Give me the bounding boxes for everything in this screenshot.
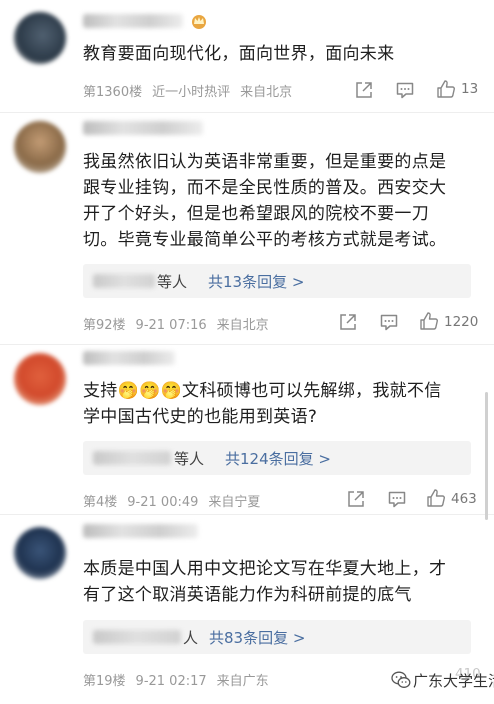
avatar[interactable] [14, 353, 66, 405]
comment-text-line: 学中国古代史的也能用到英语? [83, 407, 318, 427]
crown-icon [190, 13, 208, 29]
reply-count-link[interactable]: 共83条回复 > [209, 627, 305, 648]
comment-meta: 第92楼 9-21 07:16 来自北京 [83, 314, 279, 333]
comment-text: 我虽然依旧认为英语非常重要，但是重要的点是 跟专业挂钩，而不是全民性质的普及。西… [83, 149, 483, 253]
comment-text: 本质是中国人用中文把论文写在华夏大地上，才 有了这个取消英语能力作为科研前提的底… [83, 556, 483, 608]
comment-item: 我虽然依旧认为英语非常重要，但是重要的点是 跟专业挂钩，而不是全民性质的普及。西… [0, 113, 494, 345]
share-icon[interactable] [354, 80, 374, 100]
comment-text-line: 切。毕竟专业最简单公平的考核方式就是考试。 [83, 230, 447, 250]
comment-text: 教育要面向现代化，面向世界，面向未来 [83, 41, 483, 67]
comment-location: 来自宁夏 [208, 495, 261, 510]
comment-location: 来自北京 [240, 85, 293, 100]
comment-meta: 第19楼 9-21 02:17 来自广东 [83, 670, 279, 689]
reply-users-blurred [93, 630, 181, 644]
wechat-logo-icon [391, 670, 411, 690]
share-icon[interactable] [338, 312, 358, 332]
reply-users-blurred [93, 274, 155, 288]
comment-text-line: 教育要面向现代化，面向世界，面向未来 [83, 44, 395, 64]
emoji-icon: 🤭 [117, 381, 140, 401]
username-blurred[interactable] [83, 524, 198, 538]
comment-time: 9-21 00:49 [127, 495, 199, 510]
comment-icon[interactable] [395, 80, 415, 100]
thumbs-up-icon[interactable] [426, 488, 446, 508]
floor-number: 第92楼 [83, 318, 126, 333]
comment-text-line: 跟专业挂钩，而不是全民性质的普及。西安交大 [83, 178, 447, 198]
like-count: 13 [461, 81, 479, 97]
comment-text-line: 开了个好头，但是也希望跟风的院校不要一刀 [83, 204, 429, 224]
floor-number: 第4楼 [83, 495, 118, 510]
reply-who: 等人 [157, 273, 188, 291]
reply-preview[interactable]: 人 共83条回复 > [83, 620, 471, 654]
comment-location: 来自广东 [216, 674, 269, 689]
emoji-icon: 🤭 [160, 381, 183, 401]
reply-users-blurred [93, 451, 171, 465]
floor-number: 第19楼 [83, 674, 126, 689]
username-blurred[interactable] [83, 121, 203, 135]
avatar[interactable] [14, 121, 66, 173]
comment-text-line: 支持🤭🤭🤭文科硕博也可以先解绑，我就不信 [83, 378, 483, 404]
thumbs-up-icon[interactable] [436, 79, 456, 99]
like-count: 1220 [444, 314, 479, 330]
comment-meta: 第1360楼 近一小时热评 来自北京 [83, 81, 302, 100]
comment-item: 教育要面向现代化，面向世界，面向未来 第1360楼 近一小时热评 来自北京 13 [0, 0, 494, 112]
comment-text-line: 本质是中国人用中文把论文写在华夏大地上，才 [83, 559, 447, 579]
username-blurred[interactable] [83, 14, 183, 28]
scrollbar[interactable] [485, 392, 488, 520]
comment-text-prefix: 支持 [83, 381, 118, 401]
comment-text: 支持🤭🤭🤭文科硕博也可以先解绑，我就不信 学中国古代史的也能用到英语? [83, 378, 483, 430]
reply-preview[interactable]: 等人 共124条回复 > [83, 441, 471, 475]
avatar[interactable] [14, 527, 66, 579]
comment-time: 9-21 07:16 [135, 318, 207, 333]
watermark: 广东大学生活 [391, 667, 494, 693]
thumbs-up-icon[interactable] [419, 311, 439, 331]
floor-number: 第1360楼 [83, 85, 143, 100]
comment-time: 近一小时热评 [152, 85, 231, 100]
comment-icon[interactable] [387, 489, 407, 509]
username-blurred[interactable] [83, 351, 175, 365]
comment-text-rest: 文科硕博也可以先解绑，我就不信 [182, 381, 442, 401]
like-count: 463 [451, 491, 477, 507]
share-icon[interactable] [346, 489, 366, 509]
comment-text-line: 我虽然依旧认为英语非常重要，但是重要的点是 [83, 152, 447, 172]
reply-preview[interactable]: 等人 共13条回复 > [83, 264, 471, 298]
comment-item: 支持🤭🤭🤭文科硕博也可以先解绑，我就不信 学中国古代史的也能用到英语? 等人 共… [0, 345, 494, 515]
reply-who: 等人 [174, 450, 205, 468]
reply-count-link[interactable]: 共13条回复 > [208, 271, 304, 292]
comment-time: 9-21 02:17 [135, 674, 207, 689]
emoji-icon: 🤭 [139, 381, 161, 401]
avatar[interactable] [14, 12, 66, 64]
comment-icon[interactable] [379, 312, 399, 332]
comment-text-line: 有了这个取消英语能力作为科研前提的底气 [83, 585, 412, 605]
comment-location: 来自北京 [216, 318, 269, 333]
comment-meta: 第4楼 9-21 00:49 来自宁夏 [83, 491, 270, 510]
reply-count-link[interactable]: 共124条回复 > [225, 448, 331, 469]
reply-who: 人 [183, 629, 199, 647]
watermark-text: 广东大学生活 [413, 672, 494, 690]
